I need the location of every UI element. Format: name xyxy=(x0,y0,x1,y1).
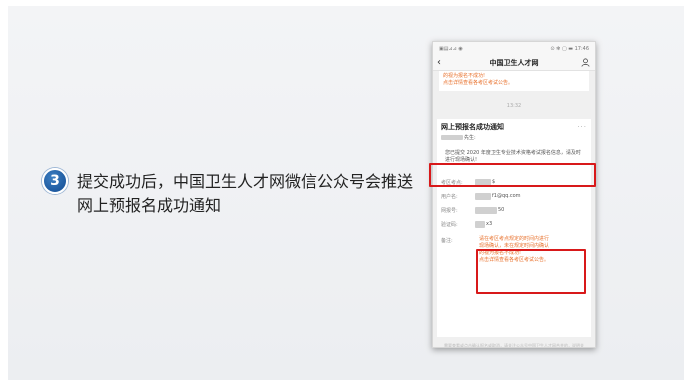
previous-message: 的视为报名不成功! 点击详情查看各考区考试公告。 xyxy=(439,71,589,91)
redacted-name xyxy=(441,135,463,140)
remark-key: 备注: xyxy=(441,238,453,244)
back-arrow-icon[interactable]: ‹ xyxy=(437,57,441,68)
user-icon[interactable] xyxy=(581,58,590,67)
nav-bar: ‹ 中国卫生人才网 xyxy=(433,55,595,71)
remark-line: 请在考区考点规定的时间内进行 xyxy=(479,236,550,242)
redacted-value xyxy=(475,220,485,228)
greeting: 先生: xyxy=(441,134,587,141)
detail-value: 50 xyxy=(498,207,505,213)
detail-row: 用户名: f1@qq.com xyxy=(441,189,587,203)
previous-message-line: 点击详情查看各考区考试公告。 xyxy=(443,80,514,86)
detail-row: 网报号: 50 xyxy=(441,203,587,217)
notification-body-text: 您已提交 2020 年度卫生专业技术资格考试报名信息，请及时进行现场确认! xyxy=(445,150,581,163)
nav-title: 中国卫生人才网 xyxy=(489,58,539,67)
status-bar: ▣▤⊿⊿ ◉ ⊙ ✻ ▢ ▬ 17:46 xyxy=(433,42,595,55)
notification-title: 网上预报名成功通知 xyxy=(441,123,504,131)
more-options-icon[interactable]: ··· xyxy=(577,123,587,131)
footer-note: 需要查看或点击确认报名或取消，请关注公众号中国卫生人才网合并的，说明关注确认此类… xyxy=(444,343,584,348)
notification-card[interactable]: 网上预报名成功通知 ··· 先生: 您已提交 2020 年度卫生专业技术资格考试… xyxy=(437,119,591,337)
step-number-badge: 3 xyxy=(42,168,68,194)
previous-message-line: 的视为报名不成功! xyxy=(443,73,486,79)
detail-value: f1@qq.com xyxy=(492,193,521,199)
detail-value: x3 xyxy=(486,221,493,227)
detail-key: 验证码: xyxy=(441,221,458,228)
greeting-suffix: 先生: xyxy=(464,135,476,141)
detail-key: 用户名: xyxy=(441,193,458,200)
detail-key: 网报号: xyxy=(441,207,458,214)
detail-row: 验证码: x3 xyxy=(441,217,587,231)
redacted-value xyxy=(475,206,497,214)
message-timestamp: 13:32 xyxy=(506,103,522,109)
highlight-box-remark xyxy=(476,249,586,294)
step-description: 提交成功后，中国卫生人才网微信公众号会推送网上预报名成功通知 xyxy=(77,172,414,215)
status-right-icons: ⊙ ✻ ▢ ▬ 17:46 xyxy=(550,45,589,52)
highlight-box-notification-body xyxy=(429,163,596,187)
redacted-value xyxy=(475,192,491,200)
phone-screenshot: ▣▤⊿⊿ ◉ ⊙ ✻ ▢ ▬ 17:46 ‹ 中国卫生人才网 的视为报名不成功!… xyxy=(432,41,596,348)
status-left-icons: ▣▤⊿⊿ ◉ xyxy=(439,45,463,52)
